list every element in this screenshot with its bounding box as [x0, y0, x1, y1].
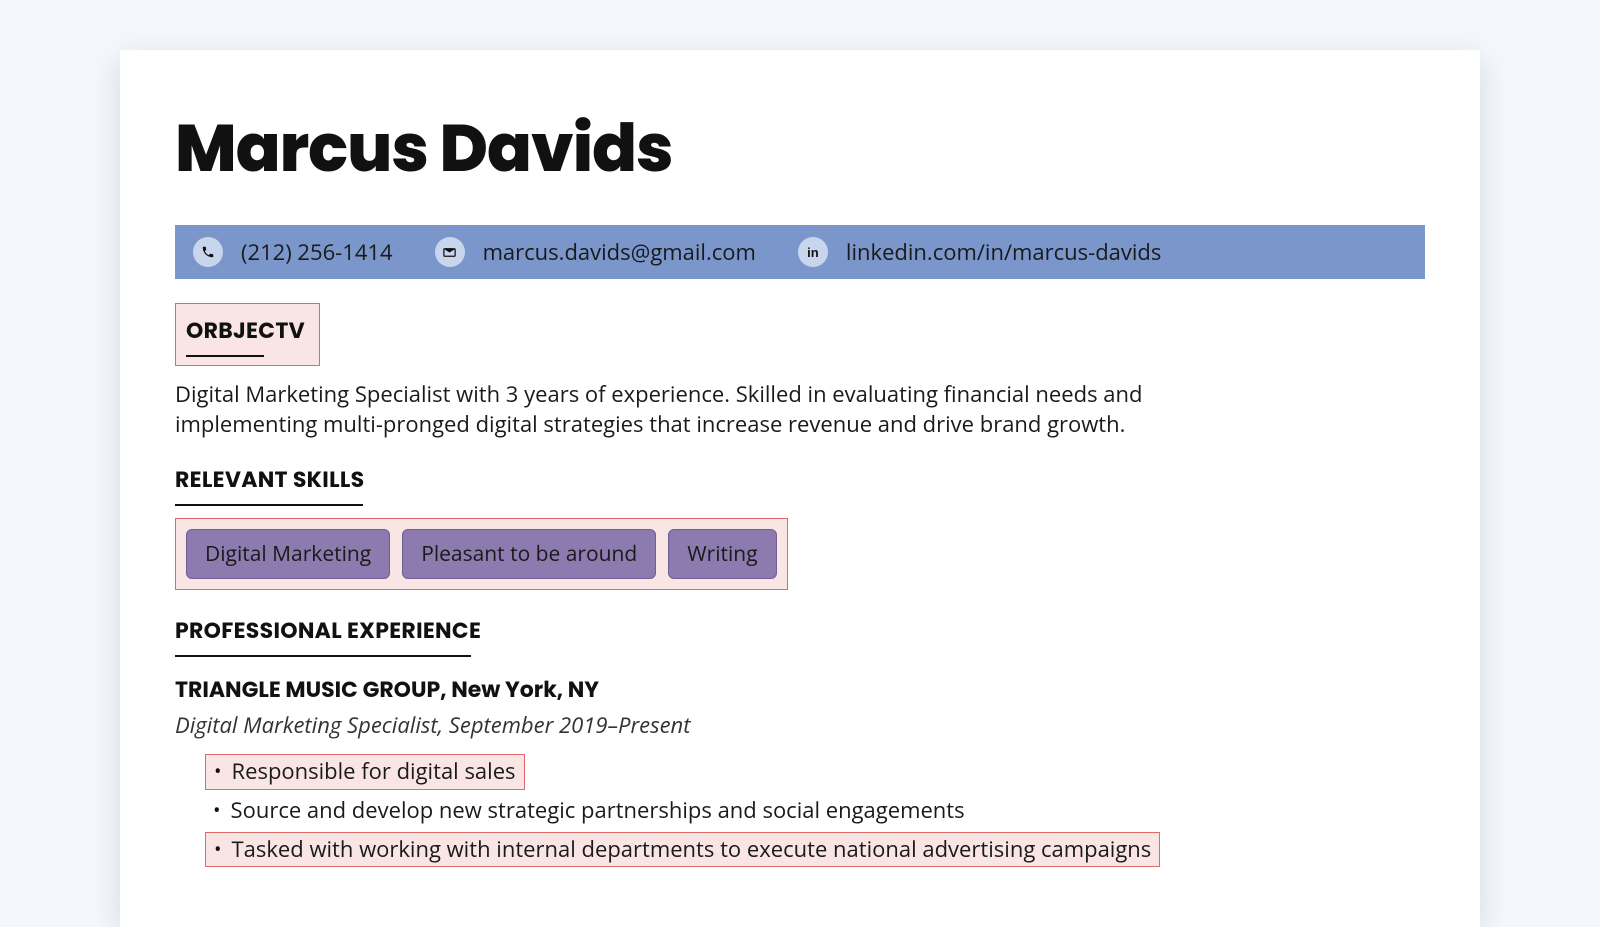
- email-text: marcus.davids@gmail.com: [483, 237, 756, 267]
- objective-text: Digital Marketing Specialist with 3 year…: [175, 380, 1275, 439]
- contact-phone: (212) 256-1414: [193, 237, 393, 267]
- contact-email: marcus.davids@gmail.com: [435, 237, 756, 267]
- bullet-text: Tasked with working with internal depart…: [232, 835, 1152, 865]
- skill-pill: Writing: [668, 529, 776, 579]
- phone-text: (212) 256-1414: [241, 237, 393, 267]
- underline: [175, 655, 471, 657]
- objective-heading: ORBJECTV: [186, 314, 305, 347]
- skills-highlight: Digital Marketing Pleasant to be around …: [175, 518, 788, 590]
- bullet-text: Source and develop new strategic partner…: [231, 796, 965, 826]
- job-bullets: • Responsible for digital sales • Source…: [175, 754, 1425, 867]
- underline: [186, 355, 264, 357]
- linkedin-icon: in: [798, 237, 828, 267]
- skills-section: RELEVANT SKILLS Digital Marketing Pleasa…: [175, 463, 1425, 590]
- job-company: TRIANGLE MUSIC GROUP, New York, NY: [175, 673, 1425, 706]
- skills-heading: RELEVANT SKILLS: [175, 463, 365, 496]
- phone-icon: [193, 237, 223, 267]
- contact-bar: (212) 256-1414 marcus.davids@gmail.com i…: [175, 225, 1425, 279]
- list-item: • Tasked with working with internal depa…: [205, 832, 1425, 868]
- bullet-highlight: • Responsible for digital sales: [205, 754, 525, 790]
- objective-heading-highlight: ORBJECTV: [175, 303, 320, 366]
- email-icon: [435, 237, 465, 267]
- experience-heading: PROFESSIONAL EXPERIENCE: [175, 614, 481, 647]
- underline: [175, 504, 363, 506]
- bullet-icon: •: [213, 796, 221, 824]
- bullet-icon: •: [214, 835, 222, 863]
- bullet-icon: •: [214, 757, 222, 785]
- skill-pill: Pleasant to be around: [402, 529, 656, 579]
- list-item: • Source and develop new strategic partn…: [205, 796, 1425, 826]
- skill-pill: Digital Marketing: [186, 529, 390, 579]
- experience-section: PROFESSIONAL EXPERIENCE TRIANGLE MUSIC G…: [175, 614, 1425, 867]
- linkedin-text: linkedin.com/in/marcus-davids: [846, 237, 1161, 267]
- bullet-text: Responsible for digital sales: [232, 757, 516, 787]
- candidate-name: Marcus Davids: [175, 100, 1425, 199]
- objective-section: ORBJECTV Digital Marketing Specialist wi…: [175, 303, 1425, 439]
- list-item: • Responsible for digital sales: [205, 754, 1425, 790]
- job-role: Digital Marketing Specialist, September …: [175, 710, 1425, 740]
- resume-page: Marcus Davids (212) 256-1414 marcus.davi…: [120, 50, 1480, 927]
- bullet-highlight: • Tasked with working with internal depa…: [205, 832, 1160, 868]
- contact-linkedin: in linkedin.com/in/marcus-davids: [798, 237, 1161, 267]
